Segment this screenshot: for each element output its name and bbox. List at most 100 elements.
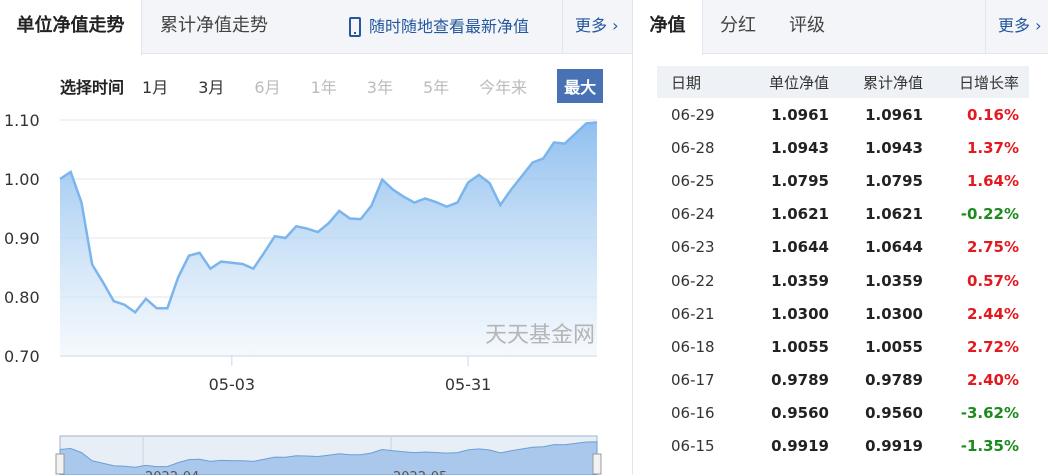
cell-unit-nav: 0.9560	[771, 404, 829, 423]
cell-cumulative-nav: 1.0943	[865, 138, 923, 157]
cell-cumulative-nav: 0.9560	[865, 404, 923, 423]
tab-dividends[interactable]: 分红	[720, 0, 756, 54]
nav-chart-panel: 单位净值走势 累计净值走势 随时随地查看最新净值 更多 › 选择时间 1月 3月 6…	[0, 0, 632, 475]
range-option[interactable]: 最大	[557, 69, 604, 103]
table-header-row: 日期 单位净值 累计净值 日增长率	[657, 66, 1029, 98]
cell-daily-growth: 2.72%	[966, 337, 1019, 356]
time-range-options: 1月 3月 6月 1年 3年 5年 今年来 最大	[142, 69, 604, 103]
range-option[interactable]: 3月	[198, 74, 224, 98]
cell-date: 06-21	[671, 304, 715, 323]
cell-daily-growth: 2.40%	[966, 371, 1019, 390]
table-row: 06-21 1.0300 1.0300 2.44%	[657, 297, 1029, 330]
cell-unit-nav: 1.0300	[771, 304, 829, 323]
range-option[interactable]: 1月	[142, 74, 168, 98]
cell-date: 06-22	[671, 271, 715, 290]
history-tabbar: 净值 分红 评级 更多 ›	[633, 0, 1048, 55]
table-row: 06-15 0.9919 0.9919 -1.35%	[657, 430, 1029, 463]
nav-area-fill	[60, 122, 597, 357]
cell-cumulative-nav: 0.9789	[865, 371, 923, 390]
table-row: 06-29 1.0961 1.0961 0.16%	[657, 98, 1029, 131]
navigator-label: 2022-04	[145, 470, 199, 475]
table-row: 06-25 1.0795 1.0795 1.64%	[657, 164, 1029, 197]
navigator-handle[interactable]	[55, 453, 65, 475]
mobile-nav-link-label: 随时随地查看最新净值	[369, 17, 530, 36]
cell-date: 06-18	[671, 337, 715, 356]
table-row: 06-24 1.0621 1.0621 -0.22%	[657, 198, 1029, 231]
table-row: 06-18 1.0055 1.0055 2.72%	[657, 330, 1029, 363]
nav-history-panel: 净值 分红 评级 更多 › 日期 单位净值 累计净值 日增长率 06-29 1.0…	[632, 0, 1048, 475]
range-option: 3年	[366, 78, 393, 97]
cell-date: 06-28	[671, 138, 715, 157]
cell-unit-nav: 1.0943	[771, 138, 829, 157]
cell-date: 06-25	[671, 171, 715, 190]
y-tick-label: 0.80	[4, 288, 40, 307]
cell-cumulative-nav: 1.0055	[865, 337, 923, 356]
history-more-label: 更多	[998, 16, 1031, 35]
table-row: 06-16 0.9560 0.9560 -3.62%	[657, 397, 1029, 430]
table-row: 06-23 1.0644 1.0644 2.75%	[657, 231, 1029, 264]
y-tick-label: 1.00	[4, 170, 40, 189]
phone-icon	[349, 17, 361, 37]
cell-daily-growth: 1.64%	[966, 171, 1019, 190]
table-row: 06-22 1.0359 1.0359 0.57%	[657, 264, 1029, 297]
navigator-handle[interactable]	[592, 453, 602, 475]
y-tick-label: 0.90	[4, 229, 40, 248]
cell-daily-growth: -3.62%	[960, 404, 1019, 423]
cell-date: 06-29	[671, 105, 715, 124]
cell-daily-growth: 2.44%	[966, 304, 1019, 323]
nav-history-table: 日期 单位净值 累计净值 日增长率 06-29 1.0961 1.0961 0.16%…	[657, 66, 1029, 463]
cell-daily-growth: -0.22%	[960, 205, 1019, 224]
cell-cumulative-nav: 0.9919	[865, 437, 923, 456]
cell-date: 06-17	[671, 371, 715, 390]
header-date: 日期	[671, 73, 702, 92]
range-option: 5年	[422, 78, 450, 97]
chart-watermark: 天天基金网	[485, 323, 595, 348]
range-option: 今年来	[479, 78, 528, 97]
tab-unit-nav-trend[interactable]: 单位净值走势	[0, 0, 142, 55]
chart-navigator[interactable]: 2022-04 2022-05	[0, 432, 632, 475]
range-option: 1年	[310, 78, 337, 97]
cell-cumulative-nav: 1.0644	[865, 238, 923, 257]
cell-cumulative-nav: 1.0795	[865, 171, 923, 190]
table-row: 06-28 1.0943 1.0943 1.37%	[657, 131, 1029, 164]
cell-unit-nav: 1.0961	[771, 105, 829, 124]
cell-cumulative-nav: 1.0359	[865, 271, 923, 290]
header-unit-nav: 单位净值	[768, 73, 829, 92]
nav-area-chart: 0.700.800.901.001.1005-0305-3106-28天天基金网	[4, 111, 598, 394]
tab-cumulative-nav-trend[interactable]: 累计净值走势	[160, 0, 268, 54]
tab-rating[interactable]: 评级	[789, 0, 825, 54]
cell-unit-nav: 1.0644	[771, 238, 829, 257]
cell-cumulative-nav: 1.0621	[865, 205, 923, 224]
chart-more-label: 更多	[575, 16, 608, 35]
cell-date: 06-15	[671, 437, 715, 456]
chevron-right-icon: ›	[607, 16, 619, 35]
chevron-right-icon: ›	[1030, 16, 1042, 35]
table-row: 06-17 0.9789 0.9789 2.40%	[657, 364, 1029, 397]
chart-tabbar: 单位净值走势 累计净值走势 随时随地查看最新净值 更多 ›	[0, 0, 632, 55]
cell-date: 06-16	[671, 404, 715, 423]
cell-unit-nav: 0.9919	[771, 437, 829, 456]
cell-unit-nav: 1.0795	[771, 171, 829, 190]
cell-daily-growth: -1.35%	[960, 437, 1019, 456]
cell-daily-growth: 0.57%	[966, 271, 1019, 290]
cell-unit-nav: 1.0359	[771, 271, 829, 290]
range-option: 6月	[254, 78, 281, 97]
cell-daily-growth: 2.75%	[966, 238, 1019, 257]
cell-cumulative-nav: 1.0961	[865, 105, 923, 124]
mobile-nav-link[interactable]: 随时随地查看最新净值	[349, 0, 529, 54]
cell-date: 06-23	[671, 238, 715, 257]
header-cumulative-nav: 累计净值	[862, 73, 923, 92]
cell-cumulative-nav: 1.0300	[865, 304, 923, 323]
navigator-label: 2022-05	[393, 470, 447, 475]
y-tick-label: 1.10	[4, 111, 40, 130]
cell-daily-growth: 0.16%	[966, 105, 1019, 124]
history-more-link[interactable]: 更多 ›	[985, 0, 1048, 54]
cell-date: 06-24	[671, 205, 715, 224]
cell-unit-nav: 1.0055	[771, 337, 829, 356]
y-tick-label: 0.70	[4, 347, 40, 366]
cell-unit-nav: 1.0621	[771, 205, 829, 224]
tab-nav[interactable]: 净值	[633, 0, 703, 55]
cell-unit-nav: 0.9789	[771, 371, 829, 390]
cell-daily-growth: 1.37%	[966, 138, 1019, 157]
chart-more-link[interactable]: 更多 ›	[562, 0, 632, 54]
